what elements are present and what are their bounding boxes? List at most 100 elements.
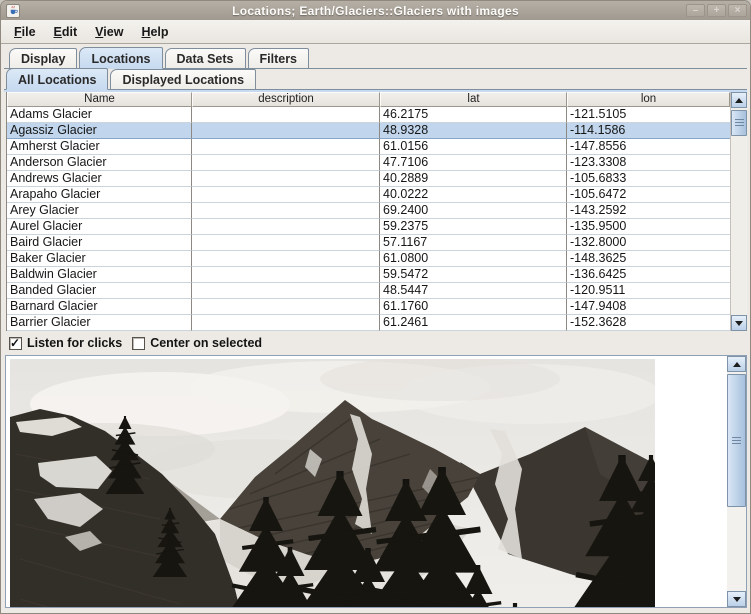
cell-lat: 59.5472	[380, 267, 567, 283]
table-row[interactable]: Baker Glacier 61.0800 -148.3625	[7, 251, 730, 267]
locations-sub-tab-bar: All Locations Displayed Locations	[4, 69, 747, 90]
table-row[interactable]: Baldwin Glacier 59.5472 -136.6425	[7, 267, 730, 283]
cell-name: Andrews Glacier	[7, 171, 192, 187]
locations-table: Name description lat lon Adams Glacier 4…	[6, 92, 730, 331]
maximize-button[interactable]: +	[707, 4, 726, 17]
table-row[interactable]: Anderson Glacier 47.7106 -123.3308	[7, 155, 730, 171]
table-row[interactable]: Arey Glacier 69.2400 -143.2592	[7, 203, 730, 219]
tab-displayed-locations[interactable]: Displayed Locations	[110, 69, 256, 89]
menu-help[interactable]: Help	[132, 22, 177, 42]
close-button[interactable]: ×	[728, 4, 747, 17]
scroll-up-button[interactable]	[731, 92, 747, 108]
table-row[interactable]: Barnard Glacier 61.1760 -147.9408	[7, 299, 730, 315]
scroll-up-button[interactable]	[727, 356, 746, 372]
table-header-row: Name description lat lon	[7, 92, 730, 107]
table-row[interactable]: Adams Glacier 46.2175 -121.5105	[7, 107, 730, 123]
cell-name: Barnard Glacier	[7, 299, 192, 315]
listen-for-clicks-checkbox[interactable]	[9, 337, 22, 350]
cell-lon: -147.8556	[567, 139, 730, 155]
tab-display[interactable]: Display	[9, 48, 77, 68]
menu-view[interactable]: View	[86, 22, 132, 42]
tab-filters[interactable]: Filters	[248, 48, 310, 68]
cell-lat: 61.1760	[380, 299, 567, 315]
minimize-button[interactable]: –	[686, 4, 705, 17]
table-row-selected[interactable]: Agassiz Glacier 48.9328 -114.1586	[7, 123, 730, 139]
cell-lat: 47.7106	[380, 155, 567, 171]
tab-locations[interactable]: Locations	[79, 47, 162, 69]
title-bar[interactable]: Locations; Earth/Glaciers::Glaciers with…	[1, 1, 750, 20]
triangle-down-icon	[733, 597, 741, 602]
options-row: Listen for clicks Center on selected	[4, 331, 747, 355]
cell-lon: -121.5105	[567, 107, 730, 123]
cell-name: Arapaho Glacier	[7, 187, 192, 203]
cell-lon: -152.3628	[567, 315, 730, 331]
cell-lon: -120.9511	[567, 283, 730, 299]
scroll-down-button[interactable]	[727, 591, 746, 607]
cell-name: Aurel Glacier	[7, 219, 192, 235]
column-header-lon[interactable]: lon	[567, 92, 730, 107]
cell-lon: -136.6425	[567, 267, 730, 283]
tab-data-sets[interactable]: Data Sets	[165, 48, 246, 68]
cell-lat: 57.1167	[380, 235, 567, 251]
table-row[interactable]: Andrews Glacier 40.2889 -105.6833	[7, 171, 730, 187]
table-row[interactable]: Aurel Glacier 59.2375 -135.9500	[7, 219, 730, 235]
table-row[interactable]: Arapaho Glacier 40.0222 -105.6472	[7, 187, 730, 203]
scroll-down-button[interactable]	[731, 315, 747, 331]
listen-for-clicks-label: Listen for clicks	[27, 336, 122, 350]
tab-all-locations[interactable]: All Locations	[6, 68, 108, 90]
cell-lat: 40.0222	[380, 187, 567, 203]
cell-description	[192, 187, 380, 203]
column-header-name[interactable]: Name	[7, 92, 192, 107]
scrollbar-track[interactable]	[731, 136, 747, 315]
cell-name: Baldwin Glacier	[7, 267, 192, 283]
table-row[interactable]: Banded Glacier 48.5447 -120.9511	[7, 283, 730, 299]
cell-lon: -148.3625	[567, 251, 730, 267]
scrollbar-track[interactable]	[727, 507, 746, 591]
center-on-selected-option[interactable]: Center on selected	[132, 336, 262, 350]
cell-lat: 48.9328	[380, 123, 567, 139]
cell-lon: -123.3308	[567, 155, 730, 171]
table-vertical-scrollbar[interactable]	[730, 92, 747, 331]
window-content: Display Locations Data Sets Filters All …	[1, 44, 750, 613]
cell-description	[192, 235, 380, 251]
cell-lat: 69.2400	[380, 203, 567, 219]
scrollbar-thumb[interactable]	[727, 374, 746, 507]
cell-description	[192, 315, 380, 331]
cell-lon: -132.8000	[567, 235, 730, 251]
cell-name: Barrier Glacier	[7, 315, 192, 331]
table-row[interactable]: Amherst Glacier 61.0156 -147.8556	[7, 139, 730, 155]
cell-description	[192, 139, 380, 155]
menu-file[interactable]: File	[5, 22, 45, 42]
cell-name: Banded Glacier	[7, 283, 192, 299]
center-on-selected-label: Center on selected	[150, 336, 262, 350]
triangle-down-icon	[735, 321, 743, 326]
cell-lon: -135.9500	[567, 219, 730, 235]
locations-table-container: Name description lat lon Adams Glacier 4…	[6, 92, 747, 331]
table-row[interactable]: Barrier Glacier 61.2461 -152.3628	[7, 315, 730, 331]
cell-lat: 59.2375	[380, 219, 567, 235]
cell-lat: 61.2461	[380, 315, 567, 331]
table-row[interactable]: Baird Glacier 57.1167 -132.8000	[7, 235, 730, 251]
cell-lon: -147.9408	[567, 299, 730, 315]
cell-description	[192, 267, 380, 283]
listen-for-clicks-option[interactable]: Listen for clicks	[9, 336, 122, 350]
cell-lon: -105.6833	[567, 171, 730, 187]
main-tab-bar: Display Locations Data Sets Filters	[4, 44, 747, 69]
cell-name: Amherst Glacier	[7, 139, 192, 155]
glacier-photo	[6, 356, 727, 607]
cell-description	[192, 171, 380, 187]
menu-edit[interactable]: Edit	[45, 22, 87, 42]
cell-name: Baird Glacier	[7, 235, 192, 251]
cell-description	[192, 251, 380, 267]
cell-lat: 46.2175	[380, 107, 567, 123]
scrollbar-thumb[interactable]	[731, 110, 747, 136]
cell-description	[192, 219, 380, 235]
cell-description	[192, 203, 380, 219]
cell-lon: -114.1586	[567, 123, 730, 139]
photo-vertical-scrollbar[interactable]	[727, 356, 746, 607]
column-header-lat[interactable]: lat	[380, 92, 567, 107]
column-header-description[interactable]: description	[192, 92, 380, 107]
center-on-selected-checkbox[interactable]	[132, 337, 145, 350]
cell-name: Anderson Glacier	[7, 155, 192, 171]
cell-description	[192, 283, 380, 299]
